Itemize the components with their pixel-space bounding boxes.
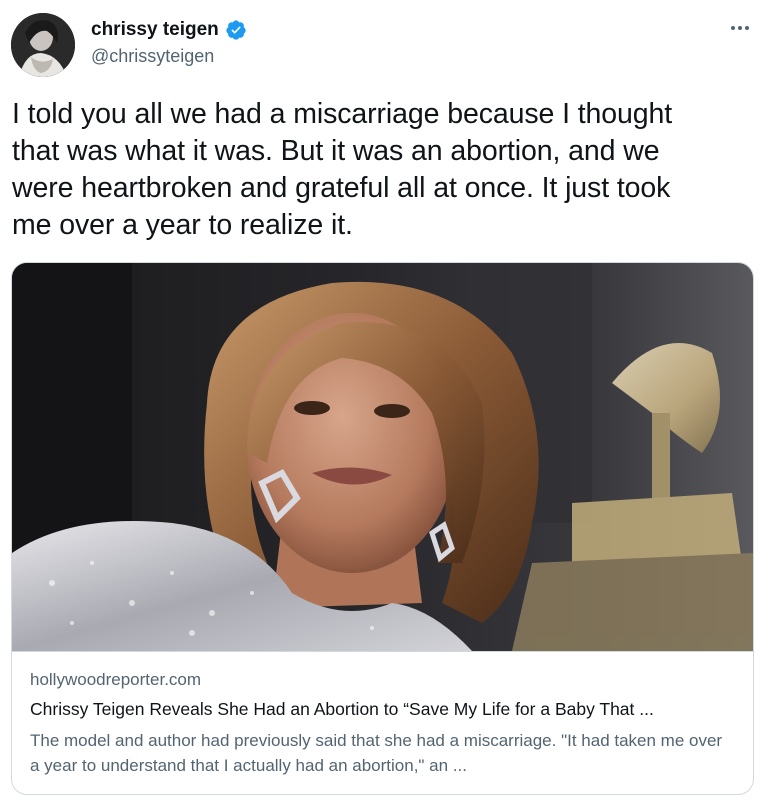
- verified-badge-icon: [225, 19, 247, 41]
- display-name[interactable]: chrissy teigen: [91, 19, 219, 41]
- handle[interactable]: @chrissyteigen: [91, 46, 247, 67]
- more-options-icon[interactable]: [726, 18, 754, 38]
- card-description: The model and author had previously said…: [30, 731, 723, 775]
- card-image[interactable]: [12, 263, 753, 652]
- author-names: chrissy teigen @chrissyteigen: [91, 16, 247, 67]
- tweet: chrissy teigen @chrissyteigen I told you…: [0, 0, 768, 806]
- card-title: Chrissy Teigen Reveals She Had an Aborti…: [30, 699, 654, 719]
- card-meta: hollywoodreporter.com Chrissy Teigen Rev…: [12, 652, 753, 794]
- link-card[interactable]: hollywoodreporter.com Chrissy Teigen Rev…: [11, 262, 754, 795]
- display-name-row: chrissy teigen: [91, 16, 247, 44]
- article-photo: [12, 263, 753, 651]
- avatar[interactable]: [11, 13, 75, 77]
- card-domain: hollywoodreporter.com: [30, 670, 202, 689]
- avatar-image: [11, 13, 75, 77]
- tweet-text: I told you all we had a miscarriage beca…: [12, 98, 673, 241]
